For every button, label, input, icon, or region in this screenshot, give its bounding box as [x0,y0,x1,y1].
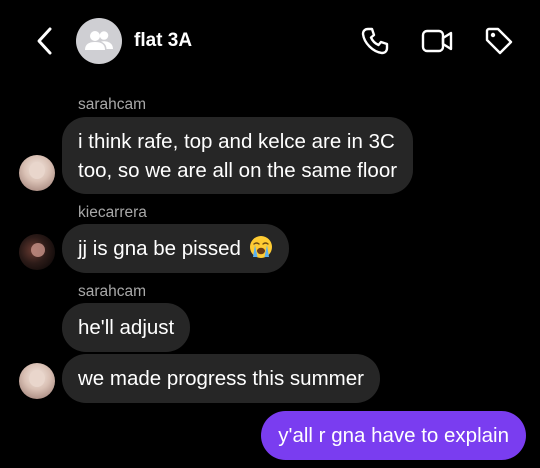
message-text: we made progress this summer [78,367,364,390]
message-text: y'all r gna have to explain [278,424,509,447]
message-line: too, so we are all on the same floor [78,159,398,182]
message-bubble[interactable]: i think rafe, top and kelce are in 3C to… [62,117,414,194]
message-bubble[interactable]: he'll adjust [62,303,191,352]
message-line: i think rafe, top and kelce are in 3C [78,130,395,153]
chat-header: flat 3A [0,0,540,82]
avatar[interactable] [19,155,55,191]
phone-icon [361,27,389,55]
back-button[interactable] [30,24,60,58]
sender-name: sarahcam [78,283,147,300]
outgoing-message-bubble[interactable]: y'all r gna have to explain [261,411,526,460]
sender-name: sarahcam [78,96,147,113]
avatar[interactable] [19,234,55,270]
sender-name: kiecarrera [78,204,147,221]
tag-icon [485,27,513,55]
message-text: jj is gna be pissed [78,237,241,260]
message-bubble[interactable]: we made progress this summer [62,354,380,403]
tag-button[interactable] [483,25,515,57]
loudly-crying-face-emoji [249,236,272,258]
chevron-left-icon [37,27,52,55]
message-bubble[interactable]: jj is gna be pissed [62,224,289,273]
video-call-button[interactable] [421,25,453,57]
group-avatar-icon [85,31,113,50]
avatar[interactable] [19,363,55,399]
video-camera-icon [421,29,453,53]
chat-title[interactable]: flat 3A [134,29,192,53]
group-avatar[interactable] [76,18,122,64]
message-text: he'll adjust [78,316,175,339]
call-button[interactable] [359,25,391,57]
